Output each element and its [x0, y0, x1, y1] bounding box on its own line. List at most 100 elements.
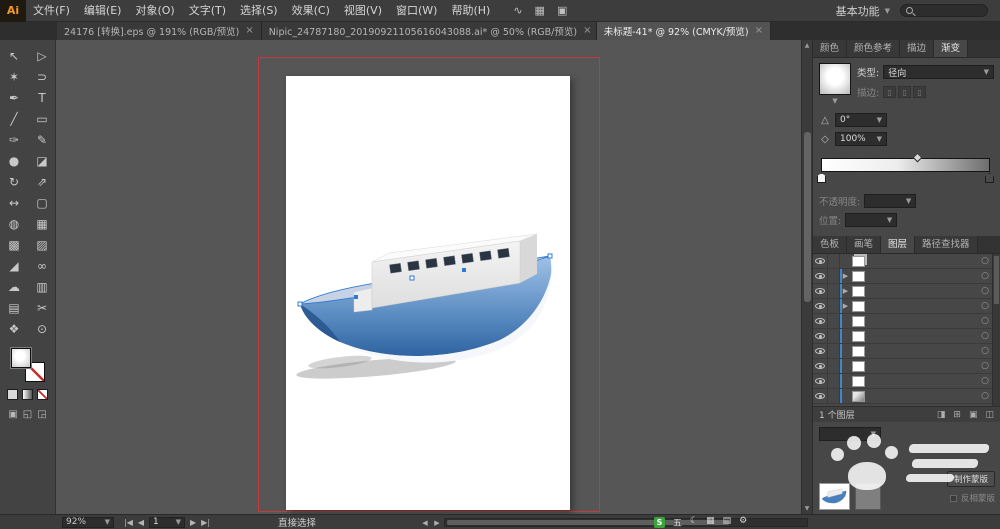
scroll-up-icon[interactable]: ▲	[805, 42, 810, 49]
slice-tool[interactable]: ✂	[29, 297, 55, 318]
shape-builder-tool[interactable]: ◍	[1, 213, 27, 234]
artboard-tool[interactable]: ▤	[1, 297, 27, 318]
arrange-documents-icon[interactable]: ▦	[535, 4, 545, 17]
panel-tab[interactable]: 描边	[900, 40, 935, 57]
lock-cell[interactable]	[828, 314, 840, 328]
visibility-toggle[interactable]	[813, 254, 828, 268]
selection-tool[interactable]: ↖	[1, 45, 27, 66]
workspace-switcher[interactable]: 基本功能 ▼	[826, 3, 900, 19]
object-thumbnail[interactable]	[819, 483, 850, 510]
next-artboard-button[interactable]: ▶	[190, 518, 196, 527]
ime-logo[interactable]: S	[654, 517, 665, 528]
document-tab[interactable]: 24176 [转换].eps @ 191% (RGB/预览) ×	[57, 22, 262, 40]
layer-row[interactable]: ○	[813, 329, 992, 344]
mask-thumbnail[interactable]	[855, 483, 881, 510]
target-circle-icon[interactable]: ○	[981, 316, 989, 326]
layer-row[interactable]: ○	[813, 254, 992, 269]
moon-icon[interactable]: ☾	[690, 516, 698, 529]
gradient-angle-select[interactable]: 0° ▼	[835, 113, 887, 127]
gradient-ratio-select[interactable]: 100% ▼	[835, 132, 887, 146]
expand-arrow-icon[interactable]: ▶	[840, 302, 851, 310]
wubi-mode-icon[interactable]: 五	[673, 516, 682, 529]
lock-cell[interactable]	[828, 299, 840, 313]
visibility-toggle[interactable]	[813, 329, 828, 343]
fill-color-chip[interactable]	[10, 348, 31, 368]
delete-layer-icon[interactable]: ◫	[985, 410, 994, 420]
prev-artboard-button[interactable]: ◀	[138, 518, 144, 527]
layers-scrollbar[interactable]	[992, 254, 1000, 406]
menu-item[interactable]: 视图(V)	[337, 0, 389, 22]
close-icon[interactable]: ×	[245, 26, 253, 36]
vertical-scrollbar[interactable]: ▲ ▼	[801, 40, 812, 514]
layer-row[interactable]: ○	[813, 344, 992, 359]
artboard-number-field[interactable]: 1 ▼	[149, 516, 186, 528]
invert-mask-checkbox[interactable]	[949, 494, 957, 502]
gradient-thumbnail[interactable]	[819, 63, 851, 95]
blend-tool[interactable]: ∞	[29, 255, 55, 276]
lock-cell[interactable]	[828, 269, 840, 283]
pen-tool[interactable]: ✒	[1, 87, 27, 108]
layers-scroll-thumb[interactable]	[994, 256, 999, 304]
layer-row[interactable]: ○	[813, 374, 992, 389]
keyboard-icon[interactable]: ▤	[723, 516, 732, 529]
perspective-grid-tool[interactable]: ▦	[29, 213, 55, 234]
panel-tab[interactable]: 图层	[881, 236, 916, 253]
gradient-tool[interactable]: ▨	[29, 234, 55, 255]
lock-cell[interactable]	[828, 254, 840, 268]
hand-tool[interactable]: ❖	[1, 318, 27, 339]
visibility-toggle[interactable]	[813, 314, 828, 328]
apply-color-button[interactable]	[7, 389, 18, 400]
draw-normal-mode[interactable]: ▣	[8, 409, 17, 420]
panel-tab[interactable]: 画笔	[847, 236, 882, 253]
target-circle-icon[interactable]: ○	[981, 361, 989, 371]
rectangle-tool[interactable]: ▭	[29, 108, 55, 129]
horizontal-scroll-track[interactable]	[444, 518, 808, 527]
visibility-toggle[interactable]	[813, 269, 828, 283]
column-graph-tool[interactable]: ▥	[29, 276, 55, 297]
visibility-toggle[interactable]	[813, 359, 828, 373]
make-mask-button[interactable]: 制作蒙版	[946, 471, 995, 487]
draw-inside-mode[interactable]: ◲	[37, 409, 46, 420]
target-circle-icon[interactable]: ○	[981, 331, 989, 341]
lock-cell[interactable]	[828, 284, 840, 298]
blend-mode-select[interactable]: ▼	[819, 427, 881, 441]
magic-wand-tool[interactable]: ✶	[1, 66, 27, 87]
layer-row[interactable]: ▶ ○	[813, 269, 992, 284]
lock-cell[interactable]	[828, 374, 840, 388]
pencil-tool[interactable]: ✎	[29, 129, 55, 150]
expand-arrow-icon[interactable]: ▶	[840, 272, 851, 280]
lasso-tool[interactable]: ⊃	[29, 66, 55, 87]
canvas[interactable]: ▲ ▼	[56, 40, 812, 514]
target-circle-icon[interactable]: ○	[981, 391, 989, 401]
lock-cell[interactable]	[828, 329, 840, 343]
target-circle-icon[interactable]: ○	[981, 256, 989, 266]
panel-tab[interactable]: 路径查找器	[915, 236, 978, 253]
scale-tool[interactable]: ⇗	[29, 171, 55, 192]
target-circle-icon[interactable]: ○	[981, 271, 989, 281]
stroke-within-button[interactable]: ▯	[883, 86, 897, 98]
gradient-midpoint-handle[interactable]	[912, 152, 923, 163]
visibility-toggle[interactable]	[813, 374, 828, 388]
menu-item[interactable]: 帮助(H)	[444, 0, 497, 22]
artboard[interactable]	[286, 76, 570, 510]
layer-row[interactable]: ▶ ○	[813, 299, 992, 314]
target-circle-icon[interactable]: ○	[981, 301, 989, 311]
menu-item[interactable]: 编辑(E)	[77, 0, 129, 22]
direct-selection-tool[interactable]: ▷	[29, 45, 55, 66]
target-circle-icon[interactable]: ○	[981, 346, 989, 356]
rotate-tool[interactable]: ↻	[1, 171, 27, 192]
scroll-down-icon[interactable]: ▼	[805, 505, 810, 512]
apply-none-button[interactable]	[37, 389, 48, 400]
gradient-location-select[interactable]: ▼	[845, 213, 898, 227]
mesh-tool[interactable]: ▩	[1, 234, 27, 255]
menu-item[interactable]: 文件(F)	[26, 0, 77, 22]
stroke-along-button[interactable]: ▯	[898, 86, 912, 98]
make-clip-mask-icon[interactable]: ◨	[937, 410, 946, 420]
eyedropper-tool[interactable]: ◢	[1, 255, 27, 276]
close-icon[interactable]: ×	[755, 26, 763, 36]
type-tool[interactable]: T	[29, 87, 55, 108]
wave-icon[interactable]: ∿	[513, 4, 522, 17]
apply-gradient-button[interactable]	[22, 389, 33, 400]
visibility-toggle[interactable]	[813, 344, 828, 358]
gradient-slider[interactable]	[817, 152, 994, 184]
